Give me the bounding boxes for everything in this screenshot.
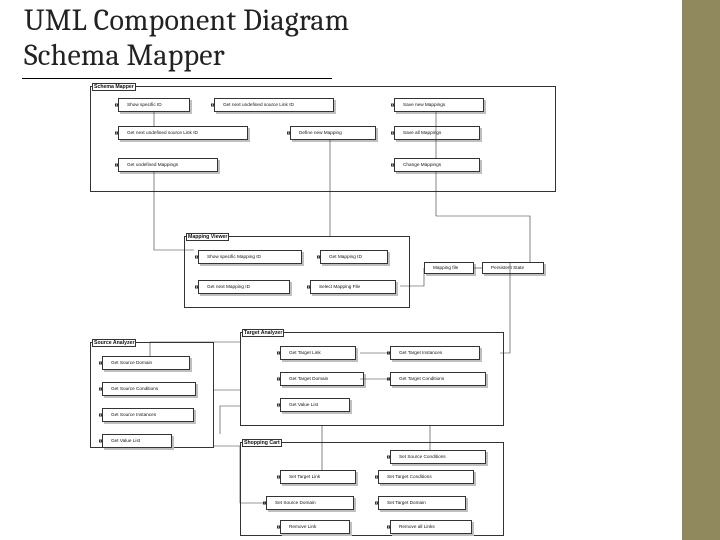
title-line-1: UML Component Diagram bbox=[24, 3, 349, 38]
title-line-2: Schema Mapper bbox=[24, 38, 225, 73]
diagram-canvas: Schema Mapper Mapping Viewer Source Anal… bbox=[90, 86, 570, 536]
title-underline bbox=[22, 78, 332, 79]
page-title: UML Component Diagram Schema Mapper bbox=[24, 4, 349, 73]
right-accent-bar bbox=[682, 0, 720, 540]
connectors bbox=[90, 86, 570, 536]
